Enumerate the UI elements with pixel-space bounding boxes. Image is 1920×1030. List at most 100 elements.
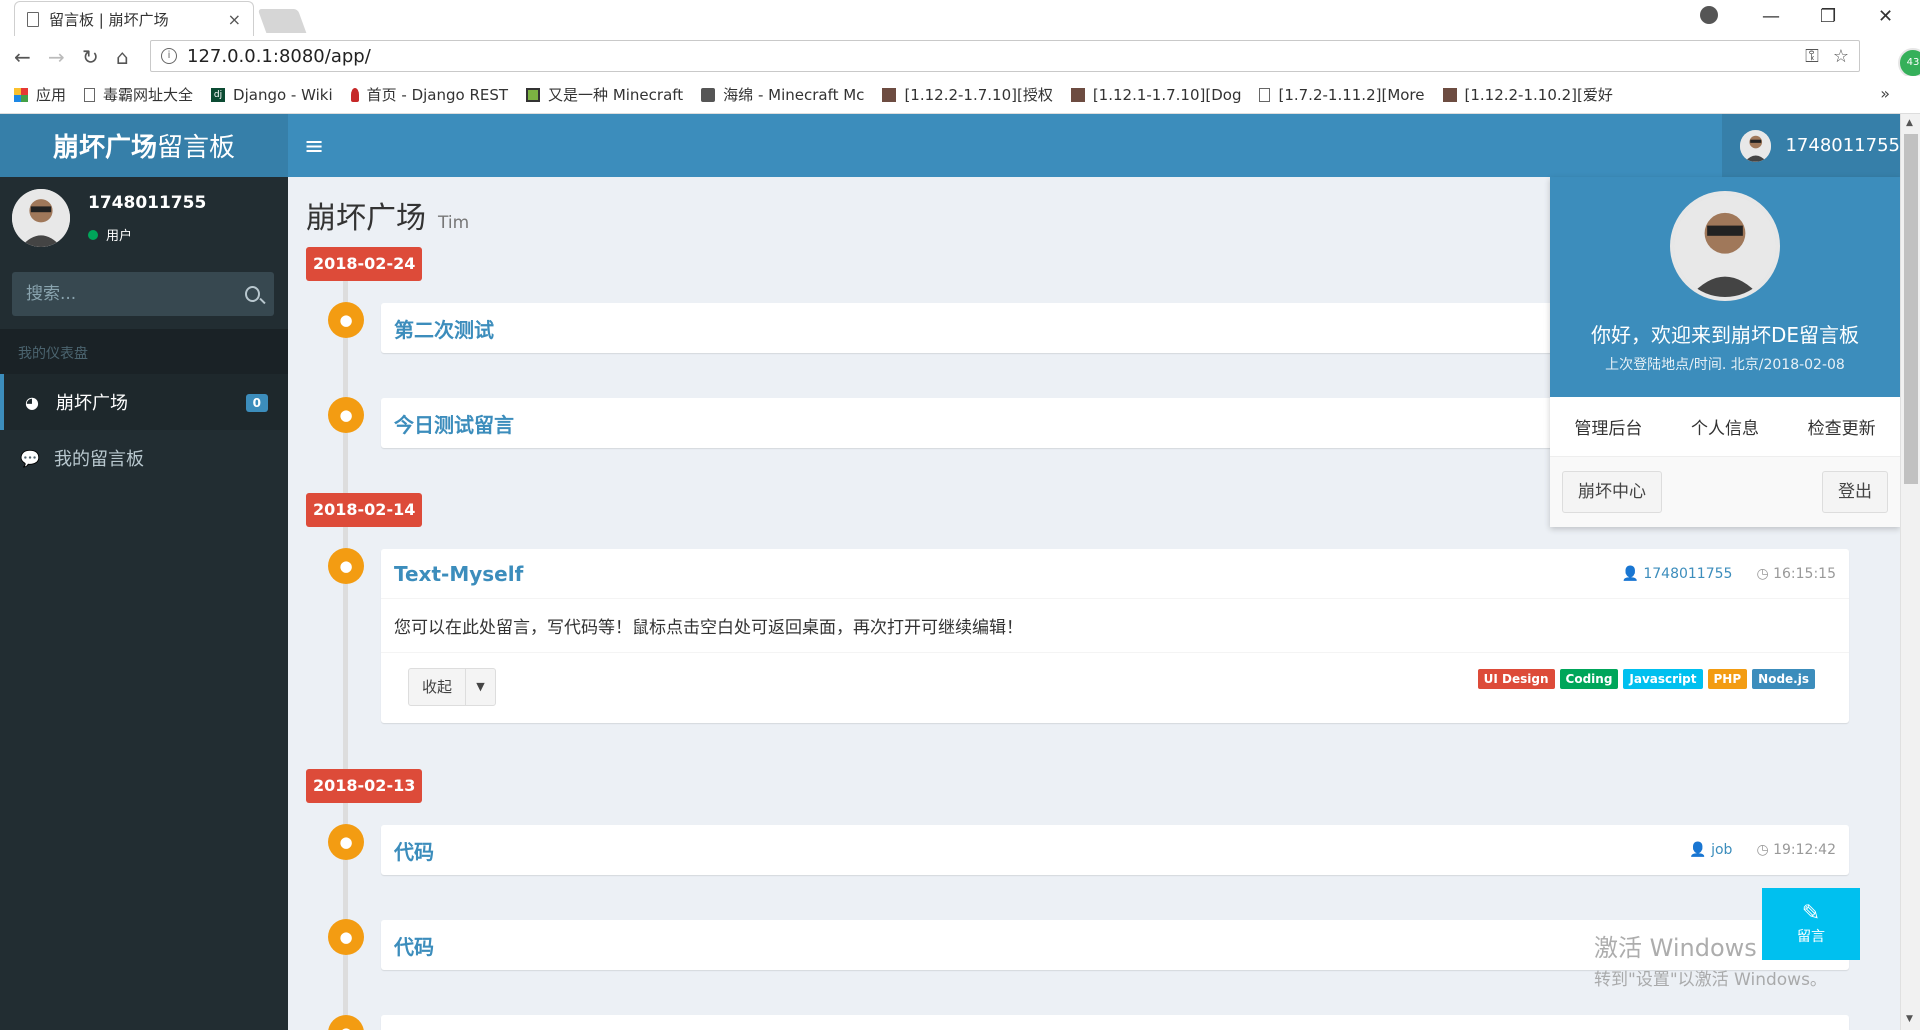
browser-tab[interactable]: 留言板 | 崩坏广场 ×: [14, 1, 254, 36]
bookmark-item[interactable]: [1.7.2-1.11.2][More: [1259, 85, 1425, 104]
key-icon[interactable]: ⚿: [1805, 46, 1819, 67]
page-title: 崩坏广场 Tim: [306, 193, 469, 237]
restore-icon[interactable]: ❐: [1820, 6, 1836, 27]
comments-icon: ●: [328, 919, 364, 955]
edit-icon: ✎: [1801, 901, 1821, 926]
logo-light: 留言板: [157, 133, 236, 163]
close-window-icon[interactable]: ✕: [1878, 6, 1893, 27]
menu-toggle-icon[interactable]: ≡: [304, 132, 324, 160]
forward-icon[interactable]: →: [48, 45, 65, 69]
date-label: 2018-02-13: [306, 769, 423, 803]
bookmark-item[interactable]: [1.12.2-1.10.2][爱好: [1442, 84, 1613, 105]
collapse-button[interactable]: 收起: [409, 669, 465, 705]
scroll-down-icon[interactable]: ▼: [1906, 1014, 1913, 1024]
bookmark-item[interactable]: [1.12.2-1.7.10][授权: [882, 84, 1053, 105]
bookmark-item[interactable]: 首页 - Django REST: [350, 84, 509, 105]
time-text: 16:15:15: [1773, 565, 1836, 582]
timeline-line: [343, 273, 348, 1030]
watermark-line2: 转到"设置"以激活 Windows。: [1594, 970, 1827, 990]
tag[interactable]: Node.js: [1752, 669, 1815, 689]
dropdown-footer: 崩坏中心 登出: [1550, 457, 1900, 527]
bookmark-item[interactable]: 海绵 - Minecraft Mc: [701, 84, 864, 105]
bookmark-label: 首页 - Django REST: [366, 86, 509, 104]
check-update-link[interactable]: 检查更新: [1808, 414, 1876, 439]
minimize-icon[interactable]: —: [1762, 6, 1780, 27]
entry-body: 您可以在此处留言，写代码等！鼠标点击空白处可返回桌面，再次打开可继续编辑！: [381, 599, 1849, 653]
timeline-item[interactable]: [381, 1015, 1849, 1030]
sidebar-item-label: 崩坏广场: [56, 393, 128, 414]
bookmark-item[interactable]: 又是一种 Minecraft: [526, 84, 683, 105]
admin-link[interactable]: 管理后台: [1574, 414, 1642, 439]
author-name: job: [1711, 842, 1733, 858]
comments-icon: ●: [328, 1015, 364, 1030]
profile-link[interactable]: 个人信息: [1691, 414, 1759, 439]
search-icon[interactable]: [245, 286, 260, 302]
tag[interactable]: PHP: [1707, 669, 1748, 689]
timeline-item[interactable]: 代码 👤 job ◷ 19:12:42: [381, 825, 1849, 875]
new-tab-button[interactable]: [257, 9, 307, 33]
center-button[interactable]: 崩坏中心: [1562, 471, 1662, 513]
browser-toolbar: ← → ↻ ⌂ i 127.0.0.1:8080/app/ ⚿ ☆: [0, 36, 1920, 76]
last-login-text: 上次登陆地点/时间. 北京/2018-02-08: [1605, 357, 1845, 373]
page-icon: [1259, 87, 1271, 102]
bookmarks-bar: 应用 毒霸网址大全 dj Django - Wiki 首页 - Django R…: [0, 76, 1920, 114]
logo[interactable]: 崩坏广场 留言板: [0, 114, 288, 177]
sidebar-item-plaza[interactable]: ◕ 崩坏广场 0: [0, 374, 288, 430]
entry-author[interactable]: 👤 1748011755: [1621, 566, 1732, 582]
sidebar-item-label: 我的留言板: [54, 449, 144, 470]
leave-message-label: 留言: [1797, 929, 1825, 945]
scroll-thumb[interactable]: [1904, 134, 1918, 484]
star-icon[interactable]: ☆: [1833, 46, 1849, 67]
profile-icon[interactable]: [1700, 6, 1718, 24]
bookmark-item[interactable]: [1.12.1-1.7.10][Dog: [1070, 85, 1242, 104]
user-menu-toggle[interactable]: 1748011755: [1722, 114, 1900, 177]
url-text[interactable]: 127.0.0.1:8080/app/: [187, 46, 1791, 67]
dashboard-icon: ◕: [25, 392, 39, 412]
bookmarks-more-icon[interactable]: »: [1880, 84, 1890, 103]
timeline-item[interactable]: Text-Myself 👤 1748011755 ◷ 16:15:15 您可以在…: [381, 549, 1849, 723]
bookmark-label: 海绵 - Minecraft Mc: [723, 86, 865, 104]
page-scrollbar[interactable]: ▲ ▼: [1900, 114, 1920, 1030]
comments-icon: ●: [328, 397, 364, 433]
browser-tab-strip: 留言板 | 崩坏广场 × — ❐ ✕: [0, 0, 1920, 36]
collapse-button-group: 收起 ▼: [408, 668, 497, 706]
mc-icon: [526, 87, 541, 102]
tag[interactable]: Coding: [1559, 669, 1619, 689]
page-subtitle: Tim: [438, 213, 470, 233]
scroll-up-icon[interactable]: ▲: [1906, 118, 1913, 128]
entry-title[interactable]: Text-Myself: [394, 562, 1597, 586]
bookmark-label: [1.7.2-1.11.2][More: [1278, 85, 1425, 104]
entry-title[interactable]: 代码: [394, 836, 1665, 865]
bookmark-label: [1.12.1-1.7.10][Dog: [1092, 85, 1242, 104]
tag[interactable]: Javascript: [1623, 669, 1703, 689]
info-icon[interactable]: i: [161, 48, 177, 64]
bookmark-item[interactable]: 毒霸网址大全: [84, 84, 193, 105]
address-bar[interactable]: i 127.0.0.1:8080/app/ ⚿ ☆: [150, 40, 1860, 72]
search-input[interactable]: [26, 284, 245, 304]
sidebar-item-my-board[interactable]: 💬 我的留言板: [0, 430, 288, 486]
sidebar-section-header: 我的仪表盘: [0, 329, 288, 374]
tab-close-icon[interactable]: ×: [228, 10, 241, 29]
bookmark-apps[interactable]: 应用: [14, 84, 66, 105]
tag[interactable]: UI Design: [1477, 669, 1555, 689]
entry-title[interactable]: 代码: [394, 931, 1769, 960]
block-icon: [1070, 87, 1085, 102]
extension-badge[interactable]: 43: [1898, 48, 1920, 78]
user-panel: 1748011755 用户: [12, 189, 206, 247]
back-icon[interactable]: ←: [14, 45, 31, 69]
comments-icon: ●: [328, 824, 364, 860]
welcome-text: 你好，欢迎来到崩坏DE留言板: [1590, 323, 1860, 347]
reload-icon[interactable]: ↻: [82, 45, 99, 69]
bookmark-label: Django - Wiki: [233, 85, 333, 104]
time-text: 19:12:42: [1773, 842, 1836, 858]
caret-down-icon[interactable]: ▼: [465, 669, 495, 705]
avatar: [1670, 191, 1780, 301]
avatar: [1740, 129, 1772, 162]
pin-icon: [350, 87, 359, 102]
bookmark-item[interactable]: dj Django - Wiki: [211, 86, 333, 104]
home-icon[interactable]: ⌂: [116, 45, 129, 69]
page-title-text: 崩坏广场: [306, 201, 426, 236]
logout-button[interactable]: 登出: [1822, 471, 1888, 513]
leave-message-button[interactable]: ✎ 留言: [1762, 888, 1860, 960]
entry-author[interactable]: 👤 job: [1689, 842, 1732, 858]
